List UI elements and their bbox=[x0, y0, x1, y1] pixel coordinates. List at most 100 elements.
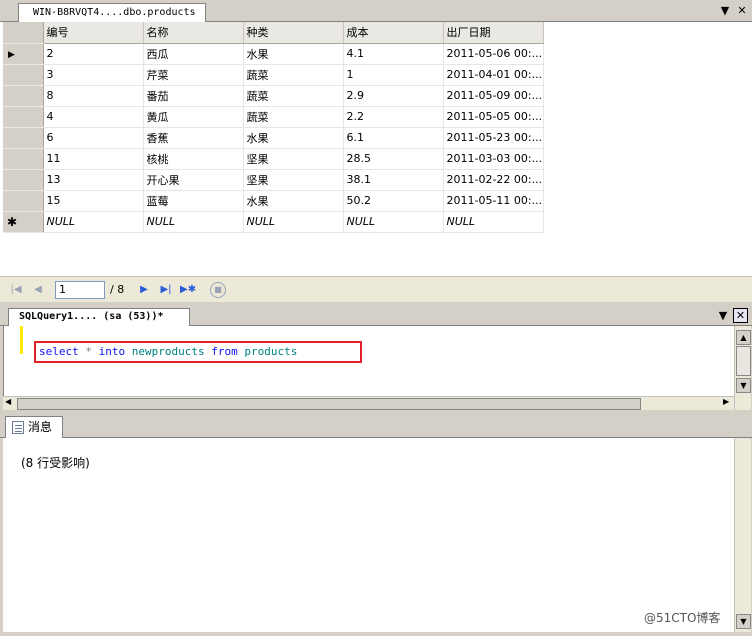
null-cell[interactable]: NULL bbox=[243, 211, 344, 233]
row-header[interactable] bbox=[3, 85, 44, 107]
table-row[interactable]: 11 核桃 坚果 28.5 2011-03-03 00:... bbox=[3, 148, 544, 170]
cell[interactable]: 2.2 bbox=[343, 106, 444, 128]
row-header[interactable] bbox=[3, 169, 44, 191]
cell[interactable]: 15 bbox=[43, 190, 144, 212]
column-header[interactable]: 成本 bbox=[343, 22, 444, 44]
scroll-down-icon[interactable]: ▼ bbox=[736, 614, 751, 629]
cell[interactable]: 坚果 bbox=[243, 169, 344, 191]
cell[interactable]: 11 bbox=[43, 148, 144, 170]
cell[interactable]: 4.1 bbox=[343, 43, 444, 65]
dropdown-icon[interactable]: ▼ bbox=[718, 4, 732, 18]
cell[interactable]: 蔬菜 bbox=[243, 106, 344, 128]
row-header[interactable] bbox=[3, 148, 44, 170]
cell[interactable]: 8 bbox=[43, 85, 144, 107]
cell[interactable]: 2011-05-09 00:... bbox=[443, 85, 544, 107]
prev-record-icon[interactable]: ◀ bbox=[30, 282, 46, 298]
null-cell[interactable]: NULL bbox=[43, 211, 144, 233]
cell[interactable]: 13 bbox=[43, 169, 144, 191]
cell[interactable]: 2 bbox=[43, 43, 144, 65]
cell[interactable]: 4 bbox=[43, 106, 144, 128]
cell[interactable]: 水果 bbox=[243, 43, 344, 65]
cell[interactable]: 50.2 bbox=[343, 190, 444, 212]
dropdown-icon[interactable]: ▼ bbox=[716, 309, 730, 323]
cell[interactable]: 开心果 bbox=[143, 169, 244, 191]
row-header[interactable]: ✱ bbox=[3, 211, 44, 233]
cell[interactable]: 蔬菜 bbox=[243, 85, 344, 107]
cell[interactable]: 香蕉 bbox=[143, 127, 244, 149]
cell[interactable]: 2011-05-06 00:... bbox=[443, 43, 544, 65]
table-row[interactable]: 8 番茄 蔬菜 2.9 2011-05-09 00:... bbox=[3, 85, 544, 107]
cell[interactable]: 蓝莓 bbox=[143, 190, 244, 212]
cell[interactable]: 2011-02-22 00:... bbox=[443, 169, 544, 191]
first-record-icon[interactable]: |◀ bbox=[8, 282, 24, 298]
cell[interactable]: 6.1 bbox=[343, 127, 444, 149]
cell[interactable]: 蔬菜 bbox=[243, 64, 344, 86]
row-header[interactable] bbox=[3, 127, 44, 149]
null-cell[interactable]: NULL bbox=[143, 211, 244, 233]
table-row[interactable]: ▶ 2 西瓜 水果 4.1 2011-05-06 00:... bbox=[3, 43, 544, 65]
cell[interactable]: 黄瓜 bbox=[143, 106, 244, 128]
query-editor[interactable]: select * into newproducts from products bbox=[3, 326, 734, 396]
row-header[interactable] bbox=[3, 190, 44, 212]
new-row[interactable]: ✱ NULL NULL NULL NULL NULL bbox=[3, 211, 544, 233]
cell[interactable]: 水果 bbox=[243, 127, 344, 149]
cell[interactable]: 2.9 bbox=[343, 85, 444, 107]
cell[interactable]: 西瓜 bbox=[143, 43, 244, 65]
column-header[interactable]: 种类 bbox=[243, 22, 344, 44]
cell[interactable]: 2011-05-23 00:... bbox=[443, 127, 544, 149]
close-icon[interactable]: ✕ bbox=[733, 308, 748, 323]
close-icon[interactable]: ✕ bbox=[735, 4, 749, 18]
table-row[interactable]: 15 蓝莓 水果 50.2 2011-05-11 00:... bbox=[3, 190, 544, 212]
sql-statement[interactable]: select * into newproducts from products bbox=[34, 341, 362, 363]
cell[interactable]: 2011-03-03 00:... bbox=[443, 148, 544, 170]
row-header[interactable]: ▶ bbox=[3, 43, 44, 65]
cell[interactable]: 2011-05-11 00:... bbox=[443, 190, 544, 212]
cell[interactable]: 1 bbox=[343, 64, 444, 86]
scroll-right-icon[interactable]: ▶ bbox=[723, 397, 729, 406]
table-row[interactable]: 13 开心果 坚果 38.1 2011-02-22 00:... bbox=[3, 169, 544, 191]
column-header[interactable]: 名称 bbox=[143, 22, 244, 44]
scroll-thumb[interactable] bbox=[736, 346, 751, 376]
editor-horizontal-scrollbar[interactable]: ◀ ▶ bbox=[3, 396, 734, 410]
table-row[interactable]: 4 黄瓜 蔬菜 2.2 2011-05-05 00:... bbox=[3, 106, 544, 128]
last-record-icon[interactable]: ▶| bbox=[158, 282, 174, 298]
row-header[interactable] bbox=[3, 64, 44, 86]
column-header[interactable]: 出厂日期 bbox=[443, 22, 544, 44]
row-header[interactable] bbox=[3, 106, 44, 128]
cell[interactable]: 38.1 bbox=[343, 169, 444, 191]
cell[interactable]: 2011-05-05 00:... bbox=[443, 106, 544, 128]
cell[interactable]: 番茄 bbox=[143, 85, 244, 107]
record-number-input[interactable]: 1 bbox=[55, 281, 105, 299]
scroll-down-icon[interactable]: ▼ bbox=[736, 378, 751, 393]
ssms-window: WIN-B8RVQT4....dbo.products ▼ ✕ 编号 名称 种类… bbox=[0, 0, 752, 636]
cell[interactable]: 28.5 bbox=[343, 148, 444, 170]
results-tab-strip: 消息 bbox=[0, 414, 752, 438]
sql-keyword: into bbox=[98, 345, 126, 358]
cell[interactable]: 水果 bbox=[243, 190, 344, 212]
cell[interactable]: 2011-04-01 00:... bbox=[443, 64, 544, 86]
results-grid: 编号 名称 种类 成本 出厂日期 ▶ 2 西瓜 水果 4.1 2011-05-0… bbox=[3, 22, 544, 233]
query-editor-tab[interactable]: SQLQuery1.... (sa (53))* bbox=[8, 308, 190, 326]
table-row[interactable]: 3 芹菜 蔬菜 1 2011-04-01 00:... bbox=[3, 64, 544, 86]
scroll-left-icon[interactable]: ◀ bbox=[5, 397, 11, 406]
null-cell[interactable]: NULL bbox=[443, 211, 544, 233]
stop-icon[interactable]: ■ bbox=[210, 282, 226, 298]
cell[interactable]: 坚果 bbox=[243, 148, 344, 170]
next-record-icon[interactable]: ▶ bbox=[136, 282, 152, 298]
new-record-icon[interactable]: ▶✱ bbox=[180, 282, 196, 298]
cell[interactable]: 6 bbox=[43, 127, 144, 149]
document-tab-strip: WIN-B8RVQT4....dbo.products ▼ ✕ bbox=[0, 0, 752, 22]
null-cell[interactable]: NULL bbox=[343, 211, 444, 233]
editor-vertical-scrollbar[interactable]: ▲ ▼ bbox=[734, 326, 751, 410]
cell[interactable]: 芹菜 bbox=[143, 64, 244, 86]
grid-corner[interactable] bbox=[3, 22, 44, 44]
scroll-up-icon[interactable]: ▲ bbox=[736, 330, 751, 345]
cell[interactable]: 3 bbox=[43, 64, 144, 86]
results-document-tab[interactable]: WIN-B8RVQT4....dbo.products bbox=[18, 3, 206, 22]
column-header[interactable]: 编号 bbox=[43, 22, 144, 44]
cell[interactable]: 核桃 bbox=[143, 148, 244, 170]
scroll-thumb[interactable] bbox=[17, 398, 641, 410]
messages-tab[interactable]: 消息 bbox=[5, 416, 63, 438]
messages-vertical-scrollbar[interactable]: ▼ bbox=[734, 438, 751, 632]
table-row[interactable]: 6 香蕉 水果 6.1 2011-05-23 00:... bbox=[3, 127, 544, 149]
